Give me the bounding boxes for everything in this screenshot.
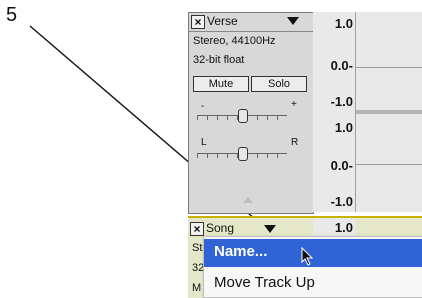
collapse-arrow-icon[interactable] xyxy=(243,197,253,203)
ruler-label: 1.0 xyxy=(334,16,353,31)
pointer-cursor-icon xyxy=(301,247,314,266)
verse-track-panel: × Verse Stereo, 44100Hz 32-bit float Mut… xyxy=(188,12,314,214)
verse-track-header: × Verse xyxy=(189,13,313,32)
menu-item-label: Move Track Up xyxy=(214,274,315,291)
gain-plus-label: + xyxy=(291,99,297,110)
mute-button[interactable]: Mute xyxy=(193,76,249,92)
track-context-menu: Name... Move Track Up xyxy=(203,236,422,298)
song-track-name[interactable]: Song xyxy=(206,221,234,235)
pan-slider[interactable] xyxy=(197,145,287,161)
solo-button[interactable]: Solo xyxy=(251,76,307,92)
waveform-center-line xyxy=(356,67,422,68)
verse-track-format: Stereo, 44100Hz xyxy=(193,35,276,47)
dropdown-arrow-icon[interactable] xyxy=(264,225,276,233)
waveform-center-line xyxy=(356,164,422,165)
ruler-label: 1.0 xyxy=(334,220,353,235)
waveform-area[interactable] xyxy=(356,12,422,212)
ruler-label: 0.0- xyxy=(330,158,353,173)
menu-item-label: Name... xyxy=(214,243,268,260)
ruler-label: 0.0- xyxy=(330,58,353,73)
callout-number: 5 xyxy=(6,4,18,26)
close-icon[interactable]: × xyxy=(190,222,204,236)
gain-slider[interactable] xyxy=(197,107,287,123)
song-ruler: 1.0 xyxy=(313,218,355,236)
song-track-info: M xyxy=(192,282,202,294)
pan-right-label: R xyxy=(291,137,299,148)
mute-solo-row: Mute Solo xyxy=(193,76,309,92)
ruler-label: 1.0 xyxy=(334,120,353,135)
channel-separator xyxy=(356,110,422,114)
ruler-label: -1.0 xyxy=(330,94,353,109)
gain-slider-thumb[interactable] xyxy=(238,109,248,123)
close-icon[interactable]: × xyxy=(191,15,205,29)
dropdown-arrow-icon[interactable] xyxy=(287,17,299,25)
verse-track-bitdepth: 32-bit float xyxy=(193,54,245,66)
verse-track-name[interactable]: Verse xyxy=(207,14,238,28)
menu-item-move-track-up[interactable]: Move Track Up xyxy=(204,270,422,298)
amplitude-ruler: 1.0 0.0- -1.0 1.0 0.0- -1.0 xyxy=(313,12,356,212)
ruler-label: -1.0 xyxy=(330,194,353,209)
pan-slider-thumb[interactable] xyxy=(238,147,248,161)
